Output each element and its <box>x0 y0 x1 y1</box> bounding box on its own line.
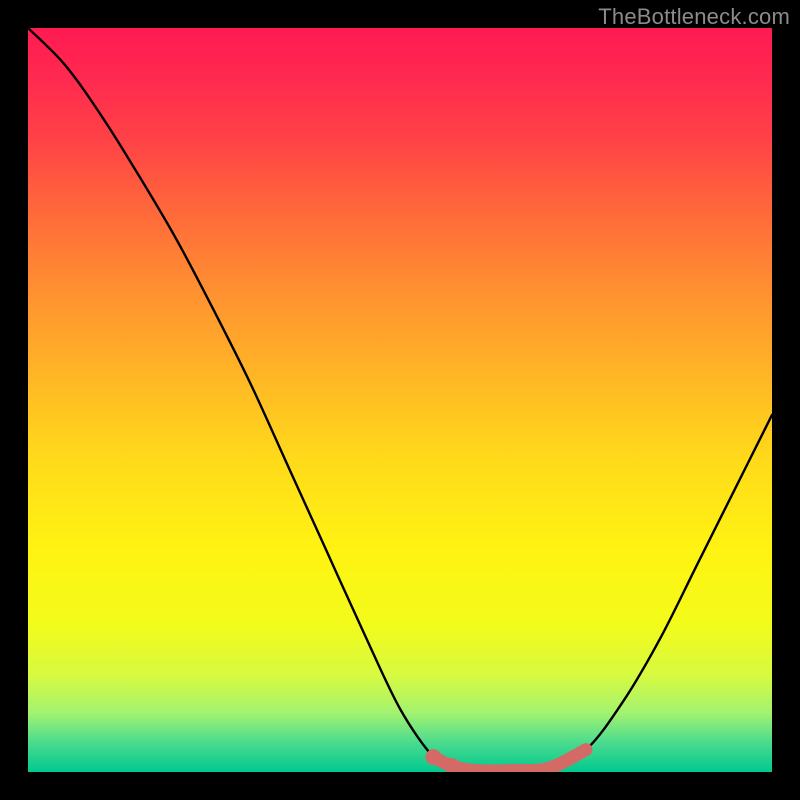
plot-area <box>28 28 772 772</box>
chart-svg <box>28 28 772 772</box>
watermark-text: TheBottleneck.com <box>598 4 790 30</box>
bottleneck-curve <box>28 28 772 771</box>
highlight-dot <box>425 749 441 765</box>
chart-root: TheBottleneck.com <box>0 0 800 800</box>
